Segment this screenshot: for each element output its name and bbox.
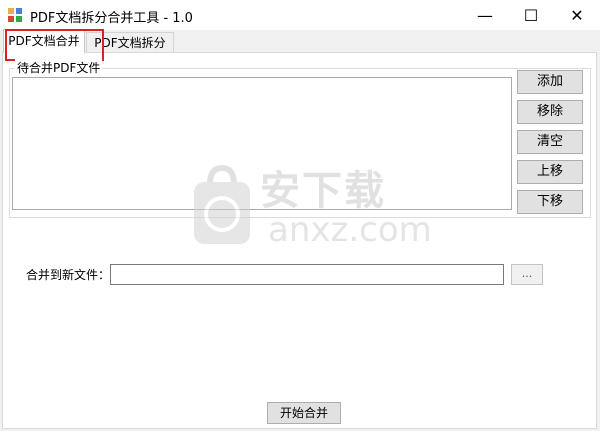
move-up-button[interactable]: 上移 [517,160,583,184]
close-icon: ✕ [570,5,584,25]
maximize-icon: ☐ [523,5,539,25]
watermark-cn: 安下载 [260,168,386,214]
watermark: 安下载 anxz.com [190,158,432,258]
move-down-button[interactable]: 下移 [517,190,583,214]
tab-pdf-split[interactable]: PDF文档拆分 [86,32,174,52]
tab-pdf-merge[interactable]: PDF文档合并 [3,29,85,53]
start-merge-button[interactable]: 开始合并 [267,402,341,424]
output-file-input[interactable] [110,264,504,285]
merge-file-group-label: 待合并PDF文件 [15,59,103,76]
watermark-en: anxz.com [268,210,432,250]
maximize-button[interactable]: ☐ [508,0,554,30]
add-button[interactable]: 添加 [517,70,583,94]
watermark-bag-icon [194,164,250,244]
title-bar: PDF文档拆分合并工具 - 1.0 — ☐ ✕ [0,0,600,30]
close-button[interactable]: ✕ [554,0,600,30]
minimize-icon: — [477,5,493,25]
browse-button[interactable]: ... [511,264,543,285]
output-file-label: 合并到新文件： [26,268,111,282]
window-title: PDF文档拆分合并工具 - 1.0 [30,11,193,26]
minimize-button[interactable]: — [462,0,508,30]
remove-button[interactable]: 移除 [517,100,583,124]
app-icon [8,8,22,22]
clear-button[interactable]: 清空 [517,130,583,154]
